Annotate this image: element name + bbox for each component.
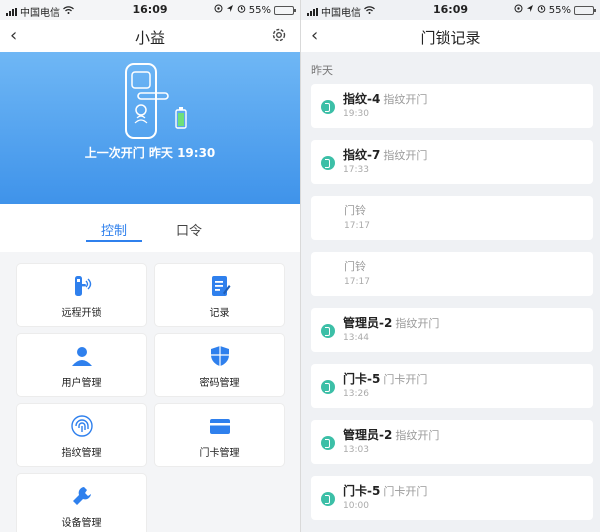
record-item[interactable]: 管理员-2 指纹开门 13:44 [311, 308, 593, 352]
nav-bar: ‹ 小益 [0, 20, 300, 52]
record-user: 管理员-2 [343, 428, 393, 442]
location-icon [514, 4, 523, 16]
status-bar: 中国电信 16:09 55% [0, 0, 300, 20]
shield-icon [155, 344, 284, 368]
record-time: 10:00 [343, 501, 369, 511]
card-label: 记录 [209, 308, 230, 319]
record-item[interactable]: 指纹-7 指纹开门 17:33 [311, 140, 593, 184]
record-item-doorbell[interactable]: 门铃 17:17 [311, 252, 593, 296]
record-time: 17:17 [344, 221, 370, 231]
direction-icon [226, 4, 234, 16]
tab-indicator [86, 240, 142, 242]
record-time: 17:17 [344, 277, 370, 287]
record-method: 指纹开门 [383, 149, 428, 162]
smart-lock-icon [118, 60, 198, 142]
location-icon [214, 4, 223, 16]
user-management-card[interactable]: 用户管理 [17, 334, 146, 396]
unlock-icon [321, 156, 335, 170]
page-title: 小益 [134, 29, 165, 47]
battery-percent: 55% [248, 4, 271, 16]
device-management-card[interactable]: 设备管理 [17, 474, 146, 532]
last-open-time: 昨天 19:30 [148, 146, 216, 160]
card-label: 远程开锁 [61, 308, 102, 319]
record-method: 门卡开门 [383, 373, 428, 386]
unlock-icon [321, 436, 335, 450]
card-label: 门卡管理 [199, 448, 240, 459]
tab-command[interactable]: 口令 [176, 220, 202, 239]
unlock-icon [321, 380, 335, 394]
last-open-text: 上一次开门 昨天 19:30 [0, 144, 300, 161]
remote-unlock-card[interactable]: 远程开锁 [17, 264, 146, 326]
nav-bar: ‹ 门锁记录 [301, 20, 600, 52]
record-time: 19:30 [343, 109, 369, 119]
record-method: 指纹开门 [395, 429, 440, 442]
record-name: 门铃 [344, 260, 366, 273]
battery-icon [574, 5, 596, 15]
card-management-card[interactable]: 门卡管理 [155, 404, 284, 466]
card-label: 密码管理 [199, 378, 240, 389]
record-card[interactable]: 记录 [155, 264, 284, 326]
record-time: 13:44 [343, 333, 369, 343]
card-label: 用户管理 [61, 378, 102, 389]
record-icon [155, 274, 284, 298]
record-method: 门卡开门 [383, 485, 428, 498]
tab-control[interactable]: 控制 [101, 220, 127, 239]
card-icon [155, 414, 284, 438]
record-item[interactable]: 指纹-4 指纹开门 19:30 [311, 84, 593, 128]
unlock-icon [321, 492, 335, 506]
record-method: 指纹开门 [383, 93, 428, 106]
record-item[interactable]: 门卡-5 门卡开门 13:26 [311, 364, 593, 408]
wrench-icon [17, 484, 146, 508]
password-management-card[interactable]: 密码管理 [155, 334, 284, 396]
function-grid: 远程开锁 记录 用户管理 密码管理 指纹管理 门卡管理 设备管理 [0, 252, 300, 532]
record-name: 管理员-2 指纹开门 [343, 314, 439, 331]
record-item-doorbell[interactable]: 门铃 17:17 [311, 196, 593, 240]
record-user: 指纹-7 [343, 148, 381, 162]
status-right: 55% [214, 4, 296, 16]
record-user: 指纹-4 [343, 92, 381, 106]
record-name: 管理员-2 指纹开门 [343, 426, 439, 443]
last-open-label: 上一次开门 [84, 146, 145, 160]
battery-percent: 55% [548, 4, 571, 16]
date-section-label: 昨天 [311, 64, 333, 77]
unlock-icon [321, 100, 335, 114]
user-icon [17, 344, 146, 368]
app-root: 中国电信 16:09 55% ‹ 小益 上一次开门 昨天 19:30 控制 口令… [0, 0, 600, 532]
fingerprint-management-card[interactable]: 指纹管理 [17, 404, 146, 466]
lock-control-screen: 中国电信 16:09 55% ‹ 小益 上一次开门 昨天 19:30 控制 口令… [0, 0, 300, 532]
status-right: 55% [514, 4, 596, 16]
record-name: 指纹-7 指纹开门 [343, 146, 427, 163]
alarm-icon [537, 4, 546, 16]
record-name: 门铃 [344, 204, 366, 217]
record-method: 指纹开门 [395, 317, 440, 330]
lock-status-banner: 上一次开门 昨天 19:30 [0, 52, 300, 204]
record-time: 13:03 [343, 445, 369, 455]
remote-unlock-icon [17, 274, 146, 298]
record-name: 门卡-5 门卡开门 [343, 370, 427, 387]
card-label: 指纹管理 [61, 448, 102, 459]
fingerprint-icon [17, 414, 146, 438]
gear-icon[interactable] [270, 26, 288, 44]
page-title: 门锁记录 [420, 29, 481, 47]
tab-bar: 控制 口令 [0, 204, 300, 252]
record-time: 13:26 [343, 389, 369, 399]
battery-icon [274, 5, 296, 15]
direction-icon [526, 4, 534, 16]
lock-records-screen: 中国电信 16:09 55% ‹ 门锁记录 昨天 指纹-4 指纹开门 19:30… [301, 0, 600, 532]
record-user: 门卡-5 [343, 372, 381, 386]
record-user: 门卡-5 [343, 484, 381, 498]
record-time: 17:33 [343, 165, 369, 175]
alarm-icon [237, 4, 246, 16]
unlock-icon [321, 324, 335, 338]
record-name: 门卡-5 门卡开门 [343, 482, 427, 499]
record-item[interactable]: 门卡-5 门卡开门 10:00 [311, 476, 593, 520]
record-name: 指纹-4 指纹开门 [343, 90, 427, 107]
status-bar: 中国电信 16:09 55% [301, 0, 600, 20]
record-item[interactable]: 管理员-2 指纹开门 13:03 [311, 420, 593, 464]
card-label: 设备管理 [61, 518, 102, 529]
record-user: 管理员-2 [343, 316, 393, 330]
